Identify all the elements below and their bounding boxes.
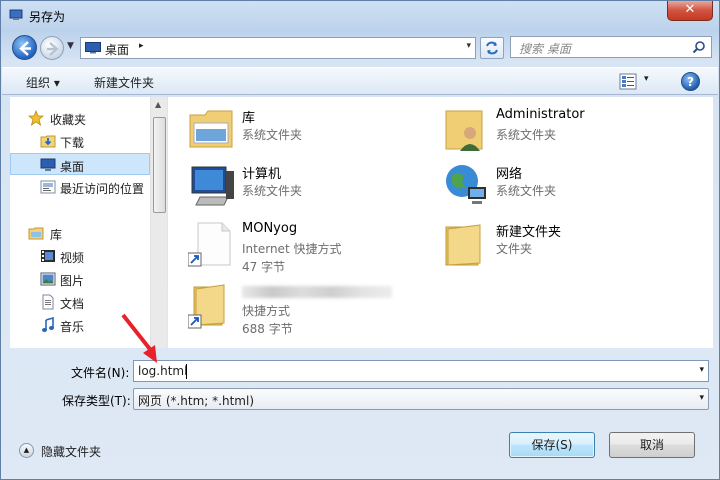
file-type: 系统文件夹 [242,128,303,142]
file-type: 系统文件夹 [496,184,557,198]
file-item-computer[interactable]: 计算机 系统文件夹 [188,161,418,211]
organize-menu[interactable]: 组织 ▾ [26,74,60,91]
arrow-left-icon [19,41,31,56]
sidebar-item-label: 音乐 [60,320,85,334]
text-caret [186,364,187,379]
file-name: 网络 [496,167,523,182]
file-name: Administrator [496,107,585,122]
sidebar-item-label: 最近访问的位置 [60,182,145,196]
filename-field[interactable]: log.html ▾ [133,360,709,382]
file-type: 快捷方式 [242,304,291,318]
sidebar-item-pictures[interactable]: 图片 [10,268,150,290]
shortcut-file-icon [188,222,231,267]
save-as-app-icon [9,9,23,20]
file-item-folder-shortcut[interactable]: 快捷方式 688 字节 [188,281,418,341]
sidebar-item-label: 收藏夹 [50,113,87,127]
sidebar-item-recent-places[interactable]: 最近访问的位置 [10,176,150,198]
command-bar: 组织 ▾ 新建文件夹 ▾ ? [2,67,718,95]
sidebar-item-label: 桌面 [60,160,85,174]
sidebar-item-label: 库 [50,228,63,242]
help-icon[interactable]: ? [681,72,700,91]
file-type: 文件夹 [496,242,533,256]
user-folder-icon [445,110,483,151]
sidebar-item-label: 图片 [60,274,85,288]
picture-icon [40,272,56,286]
window-title: 另存为 [29,10,66,24]
file-name: MONyog [242,221,298,236]
filetype-label: 保存类型(T): [62,394,131,408]
sidebar-item-libraries[interactable]: 库 [10,222,150,244]
sidebar-item-label: 文档 [60,297,85,311]
network-globe-icon [446,165,486,204]
close-button[interactable]: ✕ [667,1,713,21]
change-view-icon[interactable] [619,73,637,90]
save-button[interactable]: 保存(S) [509,432,595,458]
sidebar-item-label: 下载 [60,136,85,150]
file-name: 计算机 [242,167,282,182]
filetype-dropdown-icon[interactable]: ▾ [699,393,704,403]
file-item-new-folder[interactable]: 新建文件夹 文件夹 [442,219,682,269]
arrow-right-icon [47,42,59,56]
video-icon [41,250,55,262]
collapse-up-icon: ▲ [19,443,34,458]
file-type: Internet 快捷方式 [242,242,342,256]
search-placeholder: 搜索 桌面 [519,42,571,56]
breadcrumb-chevron-icon[interactable]: ▸ [139,41,144,51]
blurred-file-name [242,286,392,298]
desktop-icon [40,158,56,171]
forward-button[interactable] [40,36,64,60]
sidebar-item-desktop[interactable]: 桌面 [10,153,150,175]
search-input[interactable]: 搜索 桌面 [510,36,712,58]
address-bar[interactable]: 桌面 ▸ ▾ [80,37,476,59]
computer-icon [191,166,234,206]
file-size: 47 字节 [242,260,286,274]
file-item-network[interactable]: 网络 系统文件夹 [442,161,682,211]
sidebar-item-label: 视频 [60,251,85,265]
file-name: 新建文件夹 [496,225,562,240]
folder-shortcut-icon [188,284,225,329]
file-item-library[interactable]: 库 系统文件夹 [188,105,418,155]
sidebar-item-videos[interactable]: 视频 [10,245,150,267]
file-list: 库 系统文件夹 Administrator 系统文件夹 计算机 系统文件夹 网络… [168,97,713,348]
file-name: 库 [242,111,256,126]
annotation-arrow-icon [121,313,157,363]
file-type: 系统文件夹 [496,128,557,142]
filetype-value: 网页 (*.htm; *.html) [138,394,254,408]
recent-places-icon [40,180,56,194]
star-icon [28,110,44,126]
breadcrumb-desktop[interactable]: 桌面 [105,41,129,58]
recent-pages-dropdown[interactable]: ▼ [67,41,77,53]
desktop-icon [85,42,101,54]
sidebar-item-favorites[interactable]: 收藏夹 [10,107,150,129]
cancel-button[interactable]: 取消 [609,432,695,458]
save-as-dialog: 另存为 ✕ ▼ 桌面 ▸ ▾ 搜索 桌面 组织 ▾ 新建文件夹 ▾ ? 收藏夹 … [0,0,720,480]
scroll-up-icon[interactable]: ▲ [155,100,161,109]
filetype-select[interactable]: 网页 (*.htm; *.html) ▾ [133,388,709,410]
download-folder-icon [40,135,56,148]
document-icon [42,294,54,310]
sidebar-item-downloads[interactable]: 下载 [10,130,150,152]
scrollbar-thumb[interactable] [153,117,166,213]
search-icon[interactable] [692,40,706,54]
view-dropdown-icon[interactable]: ▾ [644,74,649,84]
library-folder-icon [28,227,44,240]
library-folder-icon [189,110,233,148]
music-icon [42,317,54,332]
file-size: 688 字节 [242,322,293,336]
back-button[interactable] [12,35,37,60]
filename-dropdown-icon[interactable]: ▾ [699,365,704,375]
file-type: 系统文件夹 [242,184,303,198]
address-dropdown-icon[interactable]: ▾ [466,41,471,51]
folder-icon [445,224,481,266]
title-bar: 另存为 ✕ [1,1,719,31]
file-item-administrator[interactable]: Administrator 系统文件夹 [442,105,682,155]
new-folder-button[interactable]: 新建文件夹 [94,74,154,91]
file-item-monyog[interactable]: MONyog Internet 快捷方式 47 字节 [188,219,418,279]
hide-folders-label: 隐藏文件夹 [41,445,102,459]
refresh-icon [486,41,498,55]
refresh-button[interactable] [480,37,504,59]
